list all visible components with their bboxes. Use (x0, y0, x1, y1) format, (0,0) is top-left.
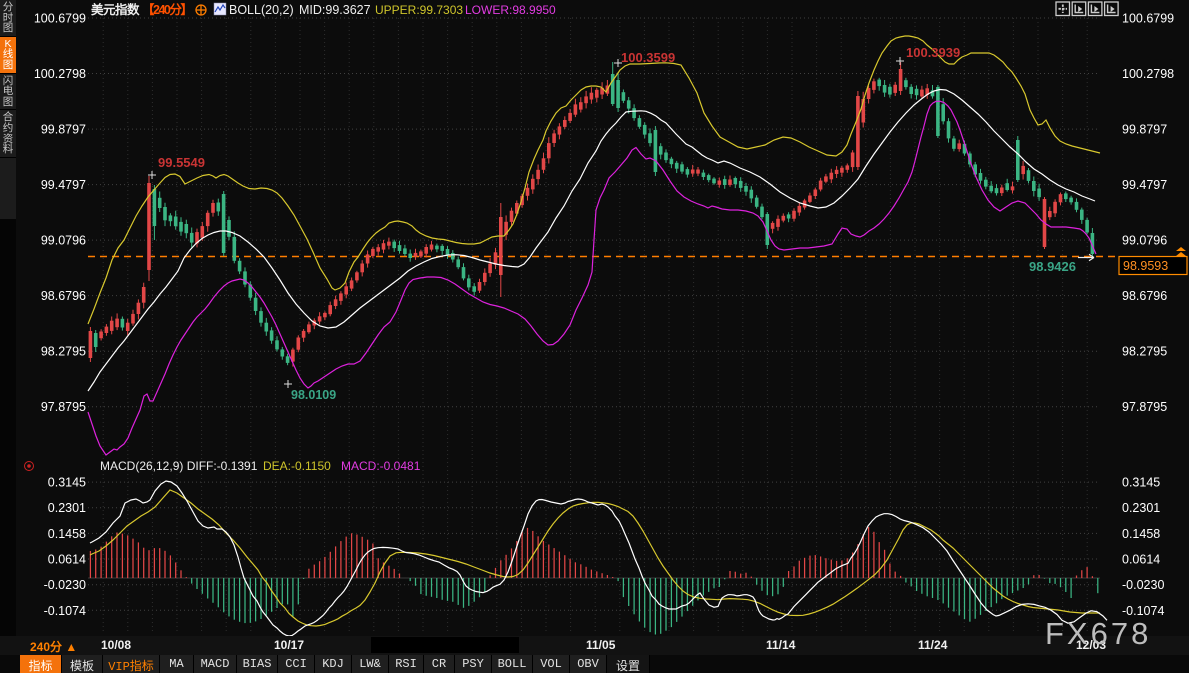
svg-text:0.3145: 0.3145 (1122, 476, 1160, 490)
svg-text:100.2798: 100.2798 (34, 67, 86, 81)
svg-text:98.2795: 98.2795 (1122, 345, 1167, 359)
svg-text:99.4797: 99.4797 (1122, 178, 1167, 192)
svg-text:-0.1074: -0.1074 (44, 604, 86, 618)
svg-text:98.6796: 98.6796 (41, 289, 86, 303)
svg-text:99.0796: 99.0796 (1122, 234, 1167, 248)
svg-text:MACD(26,12,9) DIFF:-0.1391: MACD(26,12,9) DIFF:-0.1391 (100, 459, 258, 473)
svg-text:MACD:-0.0481: MACD:-0.0481 (341, 459, 421, 473)
svg-text:99.8797: 99.8797 (1122, 123, 1167, 137)
svg-text:-0.0230: -0.0230 (1122, 578, 1164, 592)
svg-text:98.0109: 98.0109 (291, 388, 336, 402)
svg-text:100.2798: 100.2798 (1122, 67, 1174, 81)
svg-text:0.2301: 0.2301 (1122, 501, 1160, 515)
svg-text:0.3145: 0.3145 (48, 476, 86, 490)
svg-text:98.2795: 98.2795 (41, 345, 86, 359)
svg-text:UPPER:99.7303: UPPER:99.7303 (375, 3, 463, 17)
svg-text:99.0796: 99.0796 (41, 234, 86, 248)
svg-text:0.2301: 0.2301 (48, 501, 86, 515)
svg-text:98.9426: 98.9426 (1029, 259, 1076, 274)
svg-text:100.3599: 100.3599 (621, 50, 675, 65)
svg-text:100.6799: 100.6799 (1122, 12, 1174, 26)
svg-text:99.4797: 99.4797 (41, 178, 86, 192)
svg-text:97.8795: 97.8795 (1122, 400, 1167, 414)
svg-text:DEA:-0.1150: DEA:-0.1150 (263, 459, 331, 473)
svg-text:0.1458: 0.1458 (48, 527, 86, 541)
svg-text:BOLL(20,2): BOLL(20,2) (229, 3, 294, 17)
svg-text:100.6799: 100.6799 (34, 12, 86, 26)
svg-text:98.6796: 98.6796 (1122, 289, 1167, 303)
svg-text:98.9593: 98.9593 (1123, 259, 1168, 273)
svg-text:-0.0230: -0.0230 (44, 578, 86, 592)
svg-text:【240分】: 【240分】 (142, 2, 191, 17)
svg-text:美元指数: 美元指数 (91, 2, 140, 17)
svg-text:97.8795: 97.8795 (41, 400, 86, 414)
svg-text:MID:99.3627: MID:99.3627 (299, 3, 371, 17)
svg-text:100.3939: 100.3939 (906, 45, 960, 60)
svg-text:0.0614: 0.0614 (1122, 553, 1160, 567)
svg-text:0.1458: 0.1458 (1122, 527, 1160, 541)
svg-text:LOWER:98.9950: LOWER:98.9950 (465, 3, 556, 17)
svg-text:99.8797: 99.8797 (41, 123, 86, 137)
svg-text:0.0614: 0.0614 (48, 553, 86, 567)
svg-text:99.5549: 99.5549 (158, 155, 205, 170)
